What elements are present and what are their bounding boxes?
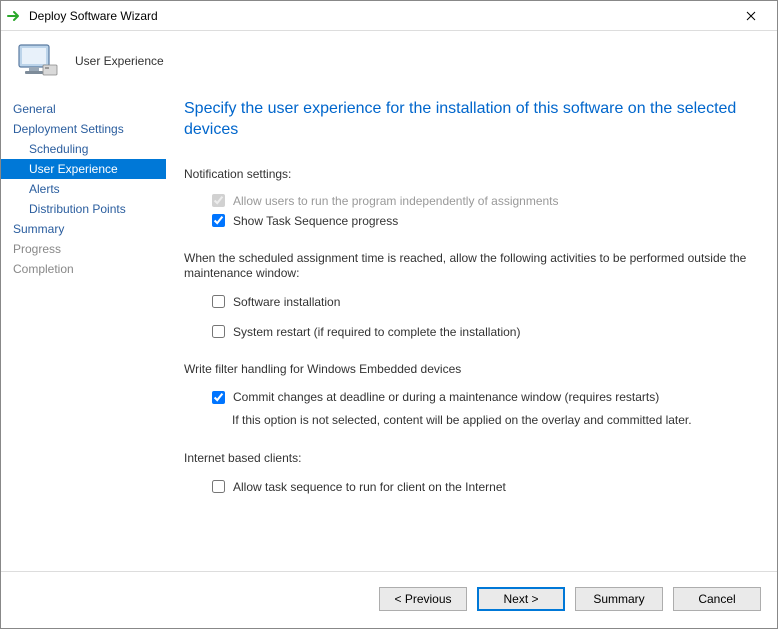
next-button[interactable]: Next > bbox=[477, 587, 565, 611]
write-filter-label: Write filter handling for Windows Embedd… bbox=[184, 362, 759, 378]
sidebar-item-scheduling[interactable]: Scheduling bbox=[1, 139, 166, 159]
system-restart-checkbox[interactable] bbox=[212, 325, 225, 338]
show-ts-progress-checkbox[interactable] bbox=[212, 214, 225, 227]
wizard-header: User Experience bbox=[1, 31, 777, 91]
commit-changes-checkbox[interactable] bbox=[212, 391, 225, 404]
sidebar-item-deployment-settings[interactable]: Deployment Settings bbox=[1, 119, 166, 139]
close-button[interactable] bbox=[731, 2, 771, 30]
commit-changes-row[interactable]: Commit changes at deadline or during a m… bbox=[184, 387, 759, 407]
internet-clients-label: Internet based clients: bbox=[184, 451, 759, 467]
allow-internet-label: Allow task sequence to run for client on… bbox=[233, 480, 506, 494]
allow-run-independent-checkbox bbox=[212, 194, 225, 207]
system-restart-label: System restart (if required to complete … bbox=[233, 325, 520, 339]
allow-internet-checkbox[interactable] bbox=[212, 480, 225, 493]
allow-internet-row[interactable]: Allow task sequence to run for client on… bbox=[184, 477, 759, 497]
software-install-row[interactable]: Software installation bbox=[184, 292, 759, 312]
titlebar: Deploy Software Wizard bbox=[1, 1, 777, 31]
sidebar-item-distribution-points[interactable]: Distribution Points bbox=[1, 199, 166, 219]
button-bar: < Previous Next > Summary Cancel bbox=[1, 571, 777, 625]
commit-changes-hint: If this option is not selected, content … bbox=[184, 407, 759, 427]
sidebar-item-progress: Progress bbox=[1, 239, 166, 259]
app-icon bbox=[7, 8, 23, 24]
when-reached-text: When the scheduled assignment time is re… bbox=[184, 251, 759, 282]
wizard-content: Specify the user experience for the inst… bbox=[166, 91, 777, 571]
sidebar-item-summary[interactable]: Summary bbox=[1, 219, 166, 239]
main-area: GeneralDeployment SettingsSchedulingUser… bbox=[1, 91, 777, 571]
notification-settings-label: Notification settings: bbox=[184, 167, 759, 181]
system-restart-row[interactable]: System restart (if required to complete … bbox=[184, 322, 759, 342]
page-heading: Specify the user experience for the inst… bbox=[184, 99, 759, 141]
monitor-icon bbox=[13, 37, 61, 85]
sidebar-item-user-experience[interactable]: User Experience bbox=[1, 159, 166, 179]
allow-run-independent-label: Allow users to run the program independe… bbox=[233, 194, 559, 208]
show-ts-progress-row[interactable]: Show Task Sequence progress bbox=[184, 211, 759, 231]
software-install-label: Software installation bbox=[233, 295, 340, 309]
wizard-sidebar: GeneralDeployment SettingsSchedulingUser… bbox=[1, 91, 166, 571]
summary-button[interactable]: Summary bbox=[575, 587, 663, 611]
header-subtitle: User Experience bbox=[75, 54, 164, 68]
software-install-checkbox[interactable] bbox=[212, 295, 225, 308]
window-title: Deploy Software Wizard bbox=[29, 9, 731, 23]
commit-changes-label: Commit changes at deadline or during a m… bbox=[233, 390, 659, 404]
sidebar-item-completion: Completion bbox=[1, 259, 166, 279]
previous-button[interactable]: < Previous bbox=[379, 587, 467, 611]
show-ts-progress-label: Show Task Sequence progress bbox=[233, 214, 398, 228]
sidebar-item-general[interactable]: General bbox=[1, 99, 166, 119]
sidebar-item-alerts[interactable]: Alerts bbox=[1, 179, 166, 199]
allow-run-independent-row: Allow users to run the program independe… bbox=[184, 191, 759, 211]
cancel-button[interactable]: Cancel bbox=[673, 587, 761, 611]
